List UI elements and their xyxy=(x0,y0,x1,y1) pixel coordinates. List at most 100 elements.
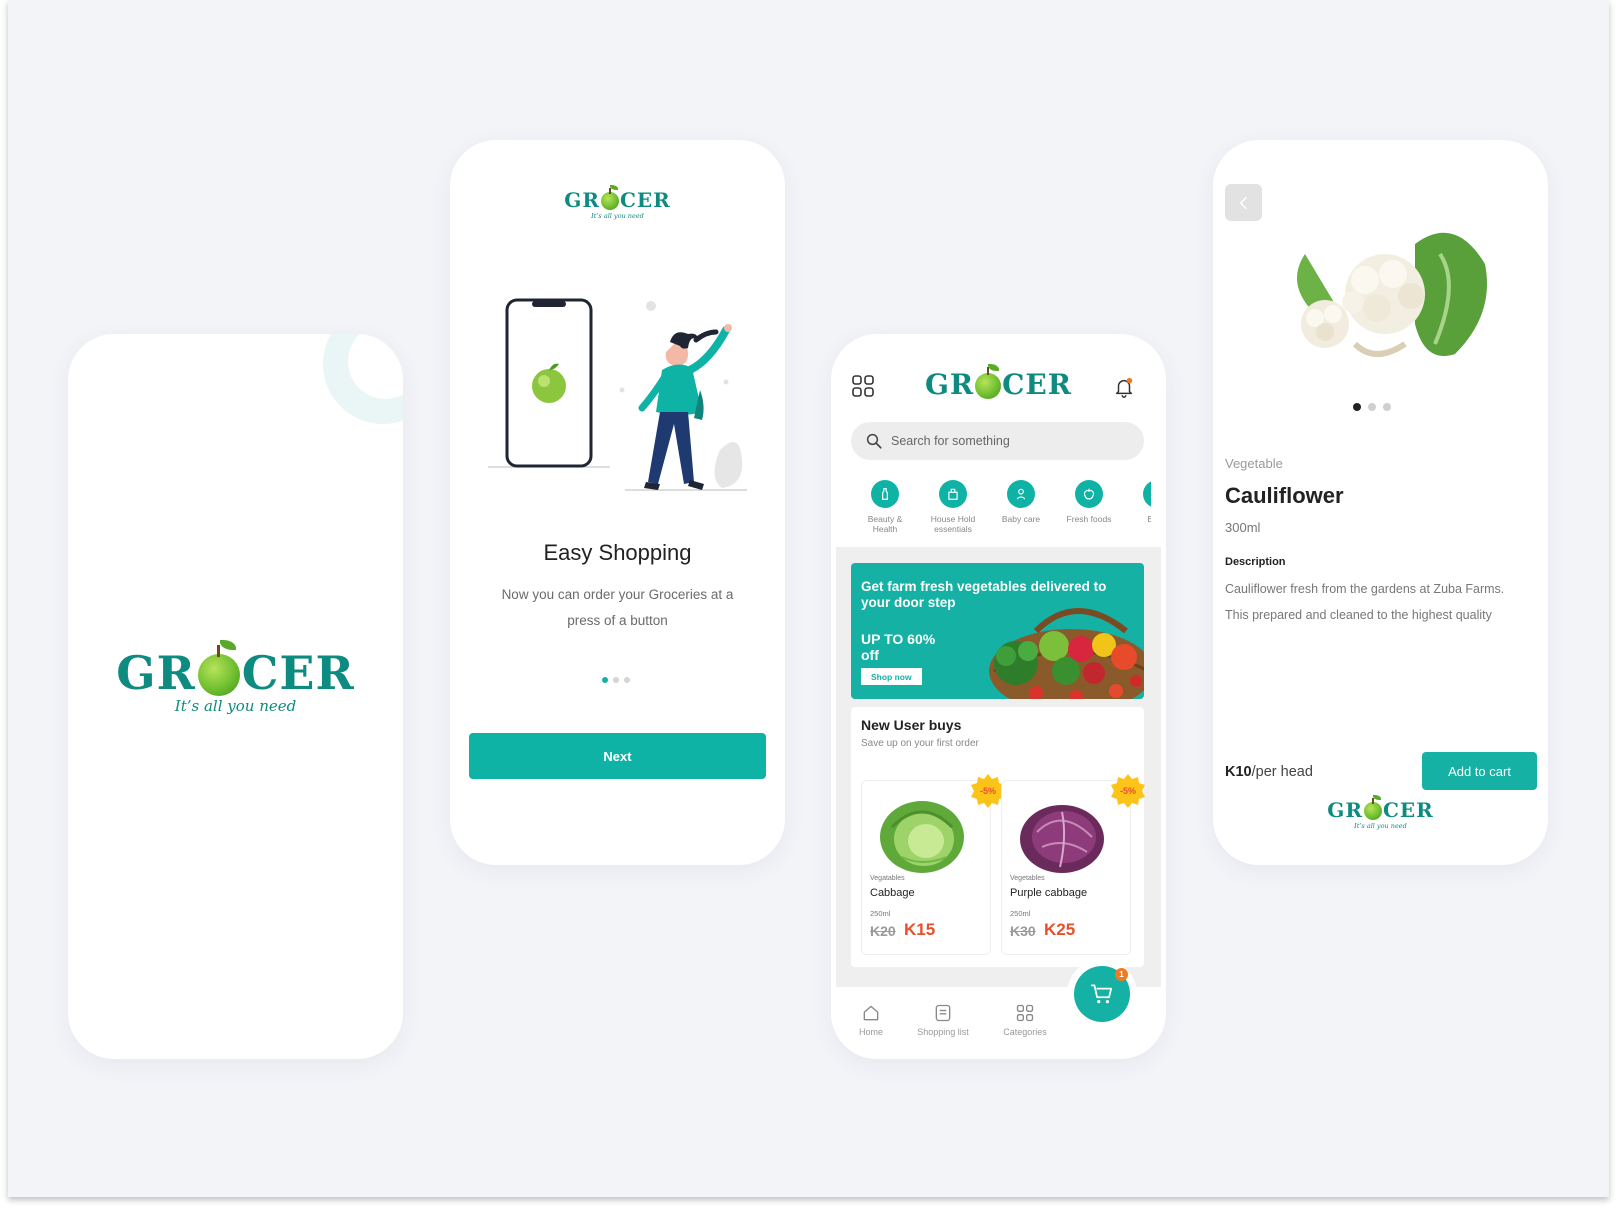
logo-text-right: CER xyxy=(1382,798,1434,822)
onboarding-title: Easy Shopping xyxy=(543,540,692,565)
image-indicator xyxy=(1353,403,1391,411)
apple-icon xyxy=(1363,795,1382,820)
price-unit: /per head xyxy=(1251,764,1313,780)
product-name: Cauliflower xyxy=(1225,483,1344,508)
onboarding-screen: GR CER It’s all you need Easy Shopping N… xyxy=(450,140,785,865)
logo-text-left: GR xyxy=(116,646,196,700)
page-dot[interactable] xyxy=(613,677,619,683)
product-description: Cauliflower fresh from the gardens at Zu… xyxy=(1225,582,1505,622)
baby-icon xyxy=(1016,488,1026,500)
description-heading: Description xyxy=(1225,556,1286,568)
onboarding-description: Now you can order your Groceries at a pr… xyxy=(501,587,734,628)
logo-text-right: CER xyxy=(619,188,671,212)
product-volume: 250ml xyxy=(1010,909,1031,918)
product-price: K10 xyxy=(1225,764,1252,780)
page-dot[interactable] xyxy=(624,677,630,683)
product-category: Vegetables xyxy=(1010,875,1045,882)
showcase-canvas: GR CER It’s all you need GR CER It’s all… xyxy=(8,0,1609,1197)
promo-banner[interactable]: Get farm fresh vegetables delivered to y… xyxy=(851,563,1144,699)
apple-icon xyxy=(600,185,619,210)
category-beauty-health[interactable]: Beauty & Health xyxy=(851,480,919,540)
product-card-cabbage[interactable]: Vegatables Cabbage 250ml K20 K15 -5% xyxy=(861,774,1005,955)
cart-count-badge: 1 xyxy=(1115,968,1128,981)
tab-label: Home xyxy=(858,1027,883,1037)
vegetable-basket-image xyxy=(989,608,1144,699)
discount-badge: -5% xyxy=(1110,773,1146,809)
apple-icon xyxy=(197,640,240,696)
logo-text-left: GR xyxy=(564,188,600,212)
back-button[interactable] xyxy=(1225,184,1262,221)
shop-now-button[interactable]: Shop now xyxy=(861,668,922,685)
household-icon xyxy=(948,488,958,500)
product-volume: 250ml xyxy=(870,909,891,918)
tab-home[interactable]: Home xyxy=(831,1003,911,1037)
home-feed: Get farm fresh vegetables delivered to y… xyxy=(836,547,1161,987)
chevron-left-icon xyxy=(1239,196,1247,209)
category-baby-care[interactable]: Baby care xyxy=(987,480,1055,540)
cabbage-image xyxy=(880,801,964,873)
apple-outline-icon xyxy=(1083,488,1095,500)
discount-label: -5% xyxy=(979,786,996,796)
apple-icon xyxy=(975,364,1002,399)
category-list: Beauty & Health House Hold essentials Ba… xyxy=(851,480,1151,540)
section-subtitle: Save up on your first order xyxy=(861,738,979,749)
product-detail-screen: Vegetable Cauliflower 300ml Description … xyxy=(1213,140,1548,865)
cart-button[interactable]: 1 xyxy=(1074,966,1130,1022)
next-button[interactable]: Next xyxy=(469,733,766,779)
splash-logo: GR CER It’s all you need xyxy=(68,640,403,715)
discount-label: -5% xyxy=(1119,786,1136,796)
tab-shopping-list[interactable]: Shopping list xyxy=(903,1003,983,1037)
onboarding-illustration xyxy=(488,298,747,491)
product-volume: 300ml xyxy=(1225,520,1261,535)
product-price: K25 xyxy=(1044,920,1076,939)
tab-label: Shopping list xyxy=(917,1027,969,1037)
search-bar[interactable] xyxy=(851,422,1144,460)
cart-icon xyxy=(1091,984,1113,1004)
splash-screen: GR CER It’s all you need xyxy=(68,334,403,1059)
category-label: House Hold essentials xyxy=(930,514,976,534)
bottle-icon xyxy=(882,488,888,500)
category-label: Baby care xyxy=(1001,514,1041,524)
logo-text-left: GR xyxy=(924,368,975,401)
category-fresh-foods[interactable]: Fresh foods xyxy=(1055,480,1123,540)
logo-tagline: It’s all you need xyxy=(1354,822,1407,830)
cauliflower-image xyxy=(1297,232,1487,357)
tab-label: Categories xyxy=(1003,1027,1047,1037)
product-category: Vegetable xyxy=(1225,456,1283,471)
new-user-section: New User buys Save up on your first orde… xyxy=(851,707,1145,967)
page-indicator xyxy=(602,677,630,683)
add-to-cart-button[interactable]: Add to cart xyxy=(1422,752,1537,790)
onboarding-logo: GR CER It’s all you need xyxy=(450,185,785,220)
image-dot[interactable] xyxy=(1368,403,1376,411)
search-icon xyxy=(866,433,882,449)
logo-text-right: CER xyxy=(241,646,355,700)
logo-tagline: It’s all you need xyxy=(591,212,644,220)
detail-logo: GR CER It’s all you need xyxy=(1213,795,1548,830)
product-price: K15 xyxy=(904,920,936,939)
image-dot-active[interactable] xyxy=(1353,403,1361,411)
section-title: New User buys xyxy=(861,717,962,733)
tab-categories[interactable]: Categories xyxy=(985,1003,1065,1037)
product-name: Purple cabbage xyxy=(1010,887,1088,899)
category-baby[interactable]: Baby xyxy=(1123,480,1151,540)
product-old-price: K20 xyxy=(870,923,896,939)
home-icon xyxy=(863,1005,879,1021)
product-category: Vegatables xyxy=(870,875,905,882)
list-icon xyxy=(935,1004,951,1022)
category-household[interactable]: House Hold essentials xyxy=(919,480,987,540)
category-label: Beauty & Health xyxy=(867,514,903,534)
image-dot[interactable] xyxy=(1383,403,1391,411)
product-name: Cabbage xyxy=(870,887,915,899)
bell-icon[interactable] xyxy=(1111,374,1137,400)
product-price-line: K10/per head xyxy=(1225,764,1313,780)
category-label: Fresh foods xyxy=(1066,514,1112,524)
home-screen: GR CER Beauty & Health House Hold essen xyxy=(831,334,1166,1059)
logo-text-right: CER xyxy=(1002,368,1073,401)
search-input[interactable] xyxy=(891,434,1111,448)
page-dot-active[interactable] xyxy=(602,677,608,683)
banner-offer: UP TO 60% off xyxy=(861,631,936,663)
category-label: Baby xyxy=(1147,514,1151,524)
product-card-purple-cabbage[interactable]: Vegetables Purple cabbage 250ml K30 K25 … xyxy=(1001,774,1145,955)
product-old-price: K30 xyxy=(1010,923,1036,939)
purple-cabbage-image xyxy=(1020,805,1104,873)
